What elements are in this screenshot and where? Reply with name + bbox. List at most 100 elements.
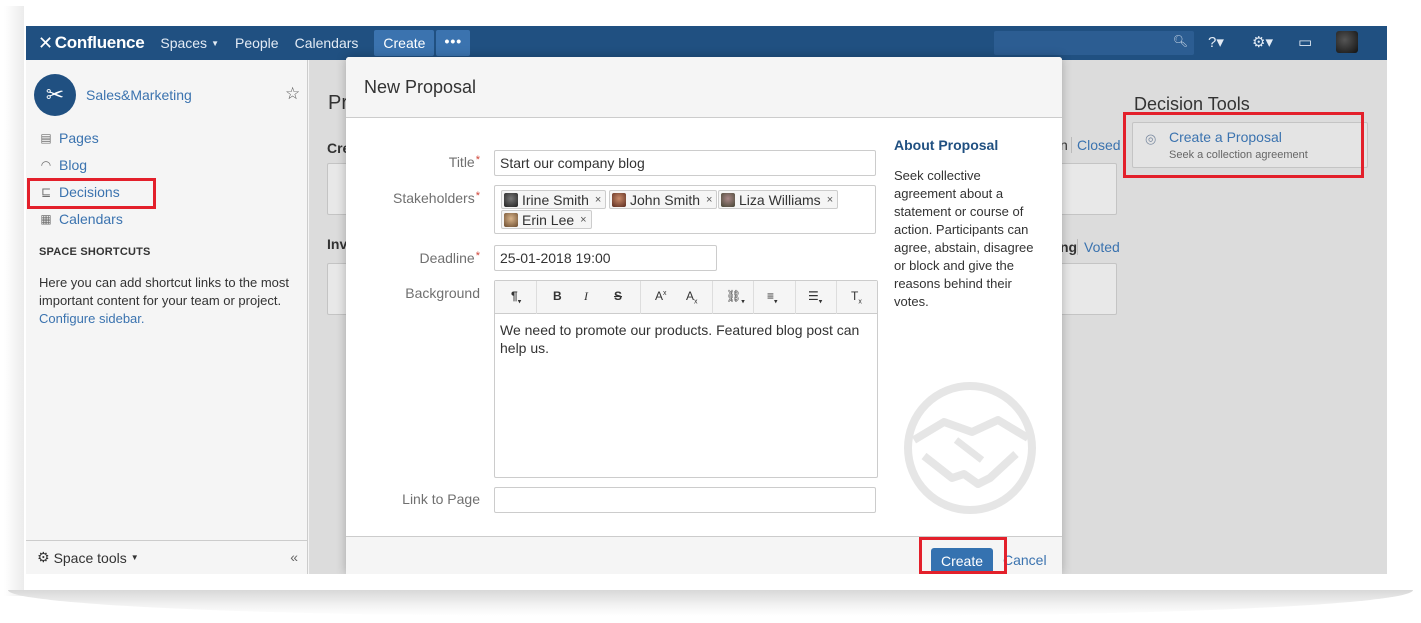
align-icon[interactable]: ≡▾ bbox=[767, 289, 778, 305]
required-marker: * bbox=[475, 190, 480, 202]
top-navigation: ✕ Confluence Spaces ▼ People Calendars C… bbox=[26, 26, 1387, 60]
link-icon[interactable]: ⛓▾ bbox=[726, 289, 745, 305]
cancel-link[interactable]: Cancel bbox=[1003, 552, 1047, 568]
sidebar-item-blog[interactable]: ◠ Blog bbox=[39, 157, 87, 173]
sidebar-item-calendars[interactable]: ▦ Calendars bbox=[39, 211, 123, 227]
remove-icon[interactable]: × bbox=[580, 214, 586, 226]
nav-spaces[interactable]: Spaces ▼ bbox=[160, 35, 219, 51]
stakeholder-name: Liza Williams bbox=[739, 191, 821, 208]
shortcuts-description: Here you can add shortcut links to the m… bbox=[39, 275, 290, 308]
toolbar-separator bbox=[536, 281, 537, 314]
avatar bbox=[504, 212, 518, 227]
nav-people[interactable]: People bbox=[235, 35, 279, 51]
gear-icon[interactable]: ⚙▾ bbox=[1252, 33, 1273, 51]
tab-partial-label: ng bbox=[1060, 239, 1078, 255]
nav-create-button[interactable]: Create bbox=[374, 30, 435, 56]
configure-sidebar-link[interactable]: Configure sidebar. bbox=[39, 311, 145, 326]
space-name[interactable]: Sales&Marketing bbox=[86, 87, 192, 103]
tab-closed[interactable]: Closed bbox=[1077, 137, 1121, 153]
clear-format-icon[interactable]: Tx bbox=[851, 289, 862, 305]
background-label: Background bbox=[405, 285, 480, 301]
deadline-label: Deadline* bbox=[350, 250, 480, 266]
search-input[interactable]: 🔍︎ bbox=[994, 31, 1194, 55]
nav-spaces-label: Spaces bbox=[160, 35, 208, 51]
chevron-down-icon: ▼ bbox=[211, 38, 219, 48]
highlight-create-button bbox=[919, 537, 1007, 574]
gear-icon: ⚙ bbox=[37, 549, 50, 565]
space-tools-button[interactable]: ⚙ Space tools ▼ « bbox=[26, 540, 308, 574]
tab-divider bbox=[1071, 137, 1072, 153]
calendar-icon: ▦ bbox=[40, 212, 52, 226]
collapse-sidebar-icon[interactable]: « bbox=[290, 549, 298, 565]
toolbar-separator bbox=[712, 281, 713, 314]
involved-section-heading: Inv bbox=[327, 236, 348, 252]
star-icon[interactable]: ☆ bbox=[285, 84, 300, 104]
sidebar-item-pages[interactable]: ▤ Pages bbox=[39, 130, 98, 146]
space-shortcuts-text: Here you can add shortcut links to the m… bbox=[39, 274, 289, 328]
nav-calendars[interactable]: Calendars bbox=[295, 35, 359, 51]
notifications-icon[interactable]: ▭ bbox=[1298, 33, 1312, 51]
paragraph-format-icon[interactable]: ¶▾ bbox=[511, 289, 521, 305]
background-editor[interactable]: ¶▾ B I S Ax Ax ⛓▾ ≡▾ ☰▾ Tx We need to pr… bbox=[494, 280, 878, 478]
bullet-list-icon[interactable]: ☰▾ bbox=[808, 289, 822, 305]
editor-toolbar: ¶▾ B I S Ax Ax ⛓▾ ≡▾ ☰▾ Tx bbox=[495, 281, 877, 314]
about-proposal-heading: About Proposal bbox=[894, 137, 999, 153]
frame-shadow-left bbox=[4, 6, 24, 596]
page-title: Pr bbox=[328, 92, 348, 114]
deadline-label-text: Deadline bbox=[419, 250, 475, 266]
sidebar-item-label: Blog bbox=[59, 157, 88, 173]
stakeholder-chip: Liza Williams × bbox=[718, 190, 839, 209]
deadline-input-value: 25-01-2018 19:00 bbox=[500, 250, 611, 266]
stakeholders-label-text: Stakeholders bbox=[393, 190, 475, 206]
confluence-logo[interactable]: ✕ Confluence bbox=[38, 33, 145, 54]
rss-icon: ◠ bbox=[40, 158, 52, 172]
stakeholder-name: Erin Lee bbox=[522, 211, 575, 228]
stakeholder-name: Irine Smith bbox=[522, 191, 589, 208]
link-to-page-input[interactable] bbox=[494, 487, 876, 513]
remove-icon[interactable]: × bbox=[827, 194, 833, 206]
pages-icon: ▤ bbox=[40, 131, 52, 145]
brand-name: Confluence bbox=[54, 33, 145, 52]
nav-more-button[interactable]: ••• bbox=[436, 30, 471, 56]
user-avatar[interactable] bbox=[1336, 31, 1358, 53]
background-editor-text[interactable]: We need to promote our products. Feature… bbox=[500, 321, 872, 357]
strikethrough-icon[interactable]: S bbox=[614, 289, 622, 303]
avatar bbox=[612, 192, 626, 207]
highlight-create-proposal bbox=[1123, 112, 1364, 178]
italic-icon[interactable]: I bbox=[584, 289, 588, 304]
screenshot-frame: ✕ Confluence Spaces ▼ People Calendars C… bbox=[26, 26, 1387, 574]
highlight-decisions bbox=[27, 178, 156, 209]
frame-shadow-bottom bbox=[8, 590, 1413, 616]
stakeholder-chip: Erin Lee × bbox=[501, 210, 592, 229]
title-label: Title* bbox=[350, 154, 480, 170]
subscript-icon[interactable]: Ax bbox=[686, 289, 698, 305]
link-to-page-label: Link to Page bbox=[402, 491, 480, 507]
nav-people-label: People bbox=[234, 35, 279, 51]
toolbar-separator bbox=[753, 281, 754, 314]
avatar bbox=[721, 192, 735, 207]
bold-icon[interactable]: B bbox=[553, 289, 562, 303]
stakeholders-input[interactable]: Irine Smith × John Smith × Liza Williams… bbox=[494, 185, 876, 234]
avatar bbox=[504, 192, 518, 207]
space-logo-icon[interactable]: ✂ bbox=[34, 74, 76, 116]
space-shortcuts-heading: SPACE SHORTCUTS bbox=[39, 246, 151, 258]
remove-icon[interactable]: × bbox=[706, 194, 712, 206]
tab-voted[interactable]: Voted bbox=[1084, 239, 1120, 255]
toolbar-separator bbox=[795, 281, 796, 314]
space-tools-label: Space tools bbox=[53, 549, 127, 566]
deadline-input[interactable]: 25-01-2018 19:00 bbox=[494, 245, 717, 271]
required-marker: * bbox=[475, 250, 480, 262]
dialog-header: New Proposal bbox=[346, 57, 1062, 118]
title-input[interactable]: Start our company blog bbox=[494, 150, 876, 176]
sidebar-item-label: Calendars bbox=[59, 211, 123, 227]
remove-icon[interactable]: × bbox=[595, 194, 601, 206]
handshake-icon bbox=[904, 382, 1036, 514]
sidebar: ✂ Sales&Marketing ☆ ▤ Pages ◠ Blog ⊑ Dec… bbox=[26, 60, 308, 574]
help-icon[interactable]: ?▾ bbox=[1208, 33, 1224, 51]
superscript-icon[interactable]: Ax bbox=[655, 289, 667, 303]
nav-calendars-label: Calendars bbox=[294, 35, 359, 51]
toolbar-separator bbox=[640, 281, 641, 314]
new-proposal-dialog: New Proposal Title* Start our company bl… bbox=[346, 57, 1062, 574]
tab-divider bbox=[1077, 239, 1078, 255]
dialog-title: New Proposal bbox=[364, 77, 477, 97]
